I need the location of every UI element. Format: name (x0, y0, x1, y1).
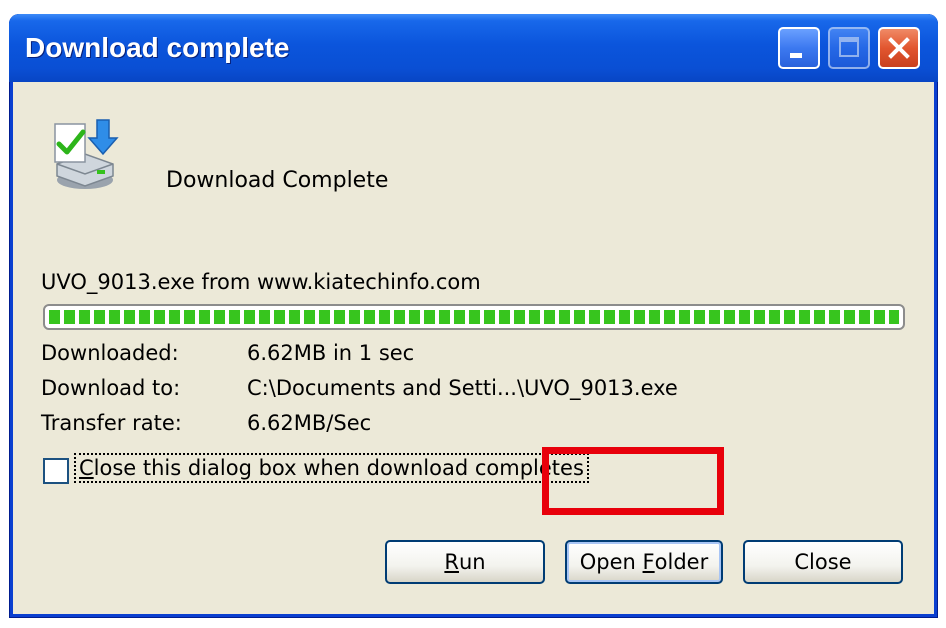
close-button[interactable]: Close (743, 540, 903, 584)
close-when-done-text: lose this dialog box when download compl… (93, 456, 584, 480)
run-label: un (458, 550, 486, 574)
transfer-rate-label: Transfer rate: (41, 411, 182, 435)
downloaded-label: Downloaded: (41, 341, 179, 365)
open-folder-label-rest: older (654, 550, 709, 574)
download-to-label: Download to: (41, 376, 181, 400)
open-folder-label-pre: Open (579, 550, 643, 574)
progress-bar (43, 304, 905, 330)
download-source: UVO_9013.exe from www.kiatechinfo.com (41, 270, 481, 294)
dialog-body: Download Complete UVO_9013.exe from www.… (13, 82, 934, 614)
open-folder-accel: F (642, 550, 655, 574)
close-label: Close (794, 550, 852, 574)
run-accel: R (444, 550, 459, 574)
close-when-done-checkbox[interactable] (43, 458, 69, 484)
close-icon (888, 37, 910, 59)
minimize-button[interactable] (778, 27, 820, 69)
maximize-button (828, 27, 870, 69)
close-window-button[interactable] (878, 27, 920, 69)
window-title: Download complete (25, 32, 290, 63)
run-button[interactable]: Run (385, 540, 545, 584)
close-when-done-label[interactable]: Close this dialog box when download comp… (74, 453, 589, 483)
transfer-rate-value: 6.62MB/Sec (247, 411, 372, 435)
minimize-icon (790, 53, 802, 58)
downloaded-value: 6.62MB in 1 sec (247, 341, 415, 365)
download-complete-icon (54, 119, 119, 189)
open-folder-button[interactable]: Open Folder (565, 540, 723, 584)
download-dialog: Download complete Download Complete UVO_… (9, 14, 938, 618)
title-bar[interactable]: Download complete (9, 14, 938, 82)
maximize-icon (839, 37, 859, 57)
download-complete-heading: Download Complete (166, 168, 389, 193)
close-when-done-accel: C (79, 456, 94, 480)
progress-fill (49, 310, 899, 324)
download-to-value: C:\Documents and Setti...\UVO_9013.exe (247, 376, 678, 400)
